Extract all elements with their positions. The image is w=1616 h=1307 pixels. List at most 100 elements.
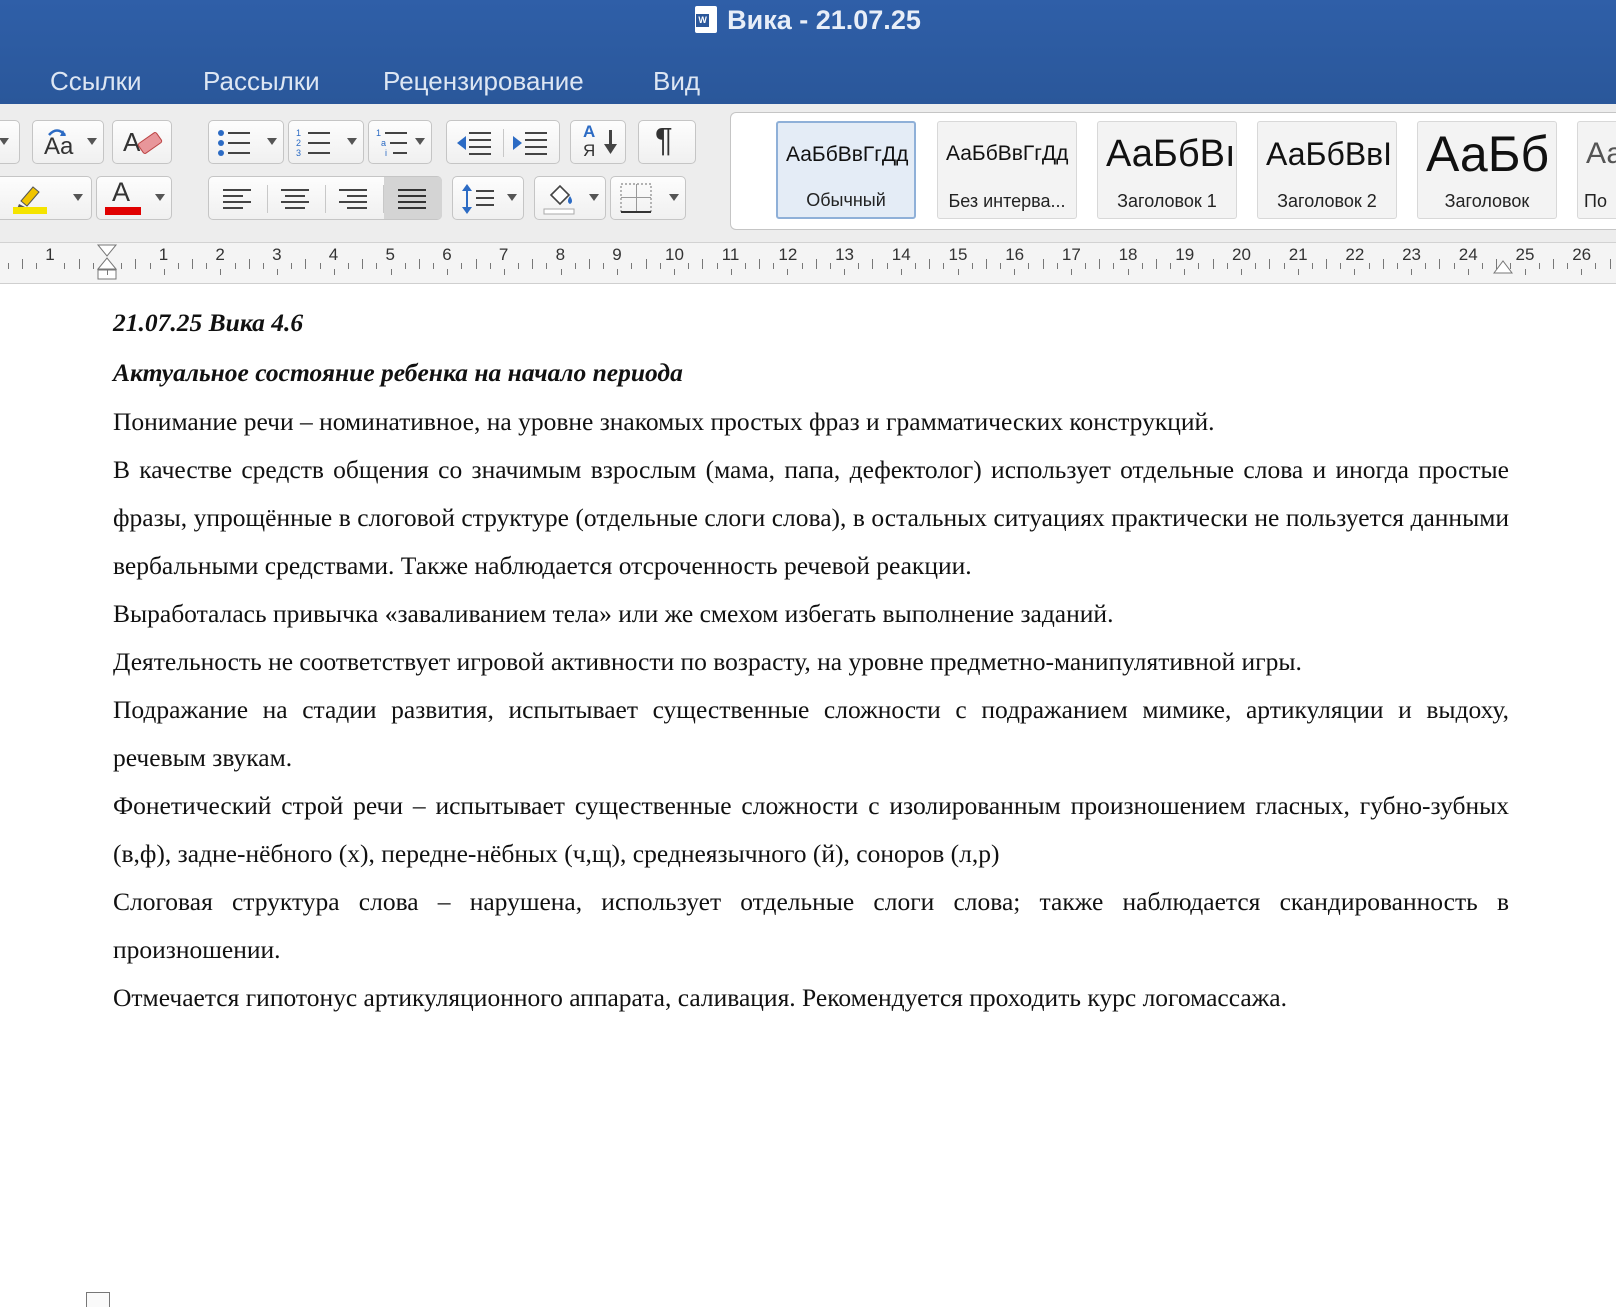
increase-indent-icon[interactable] [511,126,551,160]
tab-view[interactable]: Вид [653,58,700,104]
ruler-tick [1552,259,1554,269]
ruler-tick [1326,259,1328,269]
ruler-tick [829,263,831,269]
pilcrow-icon: ¶ [655,121,673,158]
ruler-tab-stop [1184,269,1186,275]
ruler-tick [1609,259,1611,269]
svg-text:a: a [381,138,386,148]
ruler-number: 8 [555,245,566,264]
ruler-tick [376,263,378,269]
ruler-tab-stop [1297,269,1299,275]
indent-markers-icon[interactable] [96,243,118,283]
ruler-tick [1141,263,1143,269]
style-no-spacing[interactable]: АаБбВвГгДд Без интерва... [937,121,1077,219]
ruler-tab-stop [277,269,279,275]
ruler-number: 3 [272,245,282,264]
ruler-tick [7,263,9,269]
ruler-tick [631,263,633,269]
tab-references[interactable]: Ссылки [50,58,142,104]
ruler-number: 18 [1118,245,1138,264]
highlight-color-swatch [13,207,47,214]
ruler-number: 23 [1402,245,1422,264]
ruler-tick [1113,263,1115,269]
style-subtitle[interactable]: Аа По [1577,121,1616,219]
title-bar: Вика - 21.07.25 Ссылки Рассылки Рецензир… [0,0,1616,104]
justify-button[interactable] [384,177,442,219]
ruler-tick [347,263,349,269]
style-normal[interactable]: АаБбВвГгДд Обычный [776,121,916,219]
ruler-number: 20 [1232,245,1251,264]
line-spacing-button[interactable] [452,176,524,220]
font-color-icon: A [112,177,131,207]
paragraph-hypotonus: Отмечается гипотонус артикуляционного ап… [113,983,1287,1012]
align-right-icon[interactable] [337,184,371,214]
ruler-number: 24 [1458,245,1478,264]
style-heading-2[interactable]: АаБбВвI Заголовок 2 [1257,121,1397,219]
ruler-number: 11 [721,245,740,264]
sort-label-bottom: Я [583,141,596,160]
styles-gallery: АаБбВвГгДд Обычный АаБбВвГгДд Без интерв… [730,112,1616,230]
indent-button-group [446,120,560,164]
bullet-list-button[interactable] [208,120,284,164]
ruler-tick [319,263,321,269]
ruler-tab-stop [560,269,562,275]
align-left-icon[interactable] [221,184,255,214]
word-document-icon [695,6,718,33]
multilevel-list-button[interactable]: 1 a i [368,120,432,164]
ruler-tick [1255,263,1257,269]
numbered-list-button[interactable]: 1 2 3 [288,120,364,164]
separator [267,185,268,213]
ruler-number: 12 [778,245,798,264]
ruler-tab-stop [1467,269,1469,275]
change-case-label: Aa [44,133,74,160]
ruler-tab-stop [107,269,108,275]
sort-button[interactable]: А Я [570,120,626,164]
chevron-down-icon [73,194,83,201]
ruler-tick [1425,263,1427,269]
shading-button[interactable] [534,176,606,220]
show-formatting-marks-button[interactable]: ¶ [638,120,696,164]
ruler-number: 13 [835,245,855,264]
ruler-tick [362,259,364,269]
ruler-tick [744,263,746,269]
ruler-tab-stop [900,269,902,275]
ruler-tab-stop [1581,269,1583,275]
ruler-number: 14 [891,245,911,264]
ruler-tick [1340,263,1342,269]
highlight-button[interactable] [0,176,92,220]
document-page[interactable]: 21.07.25 Вика 4.6 Актуальное состояние р… [113,298,1509,1022]
chevron-down-icon [267,138,277,145]
chevron-down-icon [669,194,679,201]
paragraph-speech-understanding: Понимание речи – номинативное, на уровне… [113,407,1215,436]
font-color-button[interactable]: A [96,176,172,220]
ruler-tick [78,259,80,269]
horizontal-ruler[interactable]: 1 1 2 3 4 5 6 7 8 9 10 11 12 13 14 15 16 17 18 19 20 21 22 23 24… [0,243,1616,284]
style-title[interactable]: АаБб Заголовок [1417,121,1557,219]
ruler-number: 19 [1175,245,1195,264]
separator [503,129,504,157]
ruler-tab-stop [674,269,675,275]
paragraph-syllable-structure: Слоговая структура слова – нарушена, исп… [113,887,1509,964]
ruler-number: 2 [215,245,225,264]
ruler-tick [532,259,534,269]
borders-button[interactable] [610,176,686,220]
tab-mailings[interactable]: Рассылки [203,58,320,104]
ruler-tick [1028,263,1030,269]
svg-text:3: 3 [296,148,301,158]
ruler-tick [872,259,874,269]
numbered-list-icon: 1 2 3 [296,128,330,158]
change-case-button[interactable]: Aa [32,120,104,164]
ruler-tick [688,263,690,269]
ruler-tick [36,263,38,269]
style-heading-1[interactable]: АаБбВı Заголовок 1 [1097,121,1237,219]
clear-formatting-button[interactable]: A [112,120,172,164]
font-size-dropdown-button[interactable] [0,120,20,164]
align-center-icon[interactable] [279,184,313,214]
tab-review[interactable]: Рецензирование [383,58,584,104]
ruler-tick [1481,263,1483,269]
decrease-indent-icon[interactable] [455,126,495,160]
ruler-tick [305,259,307,269]
ruler-tick [1538,263,1540,269]
ruler-tick [1496,259,1498,269]
ruler-tick [1396,263,1398,269]
